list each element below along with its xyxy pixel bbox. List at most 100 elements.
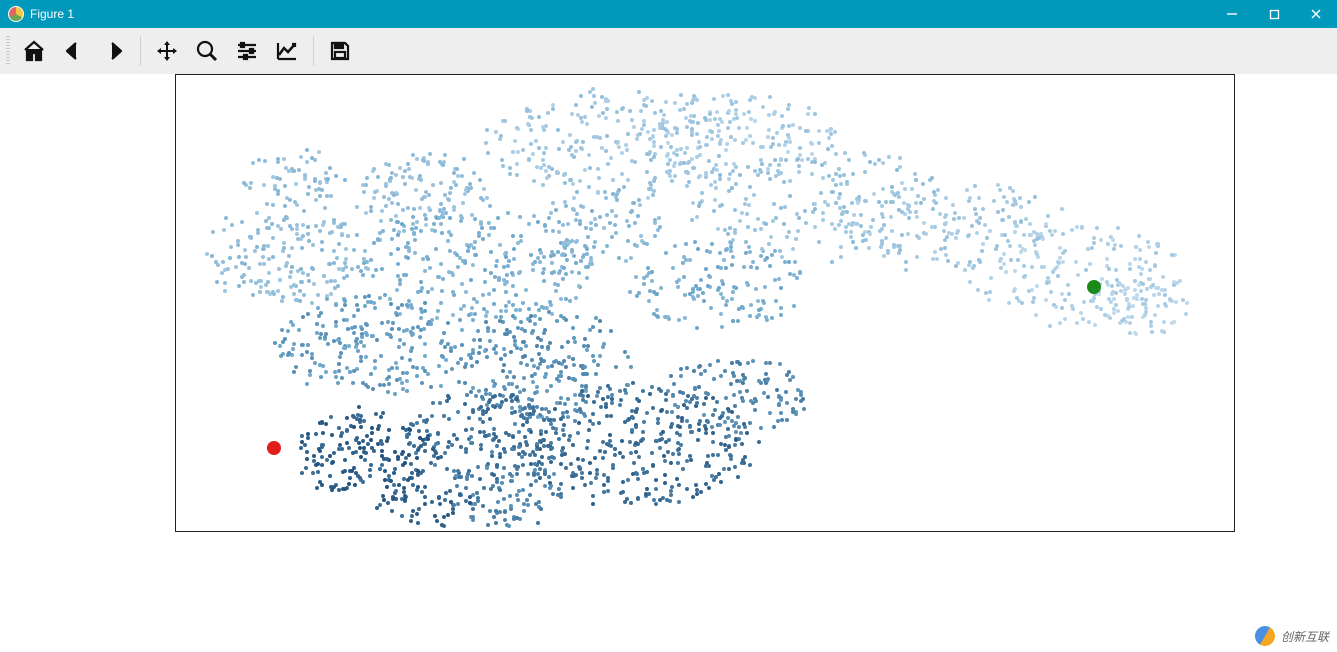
scatter-point	[757, 313, 761, 317]
scatter-point	[508, 166, 512, 170]
scatter-point	[556, 493, 560, 497]
scatter-point	[878, 229, 882, 233]
scatter-point	[489, 487, 493, 491]
scatter-point	[704, 171, 708, 175]
maximize-button[interactable]	[1253, 0, 1295, 28]
scatter-point	[528, 412, 532, 416]
scatter-point	[400, 356, 404, 360]
plot-axes[interactable]	[175, 74, 1235, 532]
scatter-point	[458, 493, 462, 497]
scatter-point	[583, 244, 587, 248]
scatter-point	[504, 309, 508, 313]
save-button[interactable]	[320, 31, 360, 71]
scatter-point	[1019, 220, 1023, 224]
scatter-point	[544, 229, 548, 233]
scatter-point	[329, 194, 333, 198]
scatter-point	[304, 466, 308, 470]
scatter-point	[810, 172, 814, 176]
scatter-point	[745, 431, 749, 435]
scatter-point	[528, 115, 532, 119]
scatter-point	[364, 331, 368, 335]
scatter-point	[334, 320, 338, 324]
scatter-point	[394, 214, 398, 218]
scatter-point	[968, 280, 972, 284]
back-button[interactable]	[54, 31, 94, 71]
forward-button[interactable]	[94, 31, 134, 71]
scatter-point	[995, 244, 999, 248]
scatter-point	[400, 514, 404, 518]
scatter-point	[489, 226, 493, 230]
home-button[interactable]	[14, 31, 54, 71]
scatter-point	[579, 364, 583, 368]
scatter-point	[470, 364, 474, 368]
scatter-point	[518, 390, 522, 394]
scatter-point	[577, 271, 581, 275]
pan-button[interactable]	[147, 31, 187, 71]
scatter-point	[634, 450, 638, 454]
scatter-point	[549, 384, 553, 388]
scatter-point	[624, 259, 628, 263]
scatter-point	[1030, 265, 1034, 269]
scatter-point	[1049, 290, 1053, 294]
scatter-point	[371, 169, 375, 173]
scatter-point	[630, 409, 634, 413]
scatter-point	[373, 359, 377, 363]
scatter-point	[642, 276, 646, 280]
scatter-point	[881, 187, 885, 191]
scatter-point	[706, 454, 710, 458]
scatter-point	[558, 374, 562, 378]
scatter-point	[286, 329, 290, 333]
scatter-point	[591, 412, 595, 416]
scatter-point	[488, 339, 492, 343]
scatter-point	[820, 163, 824, 167]
scatter-point	[731, 319, 735, 323]
scatter-point	[271, 255, 275, 259]
scatter-point	[654, 478, 658, 482]
scatter-point	[733, 208, 737, 212]
scatter-point	[747, 110, 751, 114]
scatter-point	[402, 329, 406, 333]
scatter-point	[698, 174, 702, 178]
scatter-point	[772, 202, 776, 206]
scatter-point	[346, 234, 350, 238]
scatter-point	[318, 336, 322, 340]
scatter-point	[443, 153, 447, 157]
scatter-point	[451, 313, 455, 317]
scatter-point	[267, 271, 271, 275]
zoom-button[interactable]	[187, 31, 227, 71]
scatter-point	[746, 361, 750, 365]
minimize-button[interactable]	[1211, 0, 1253, 28]
scatter-point	[485, 196, 489, 200]
scatter-point	[685, 406, 689, 410]
scatter-point	[281, 340, 285, 344]
scatter-point	[906, 207, 910, 211]
scatter-point	[839, 245, 843, 249]
scatter-point	[782, 180, 786, 184]
scatter-point	[1008, 244, 1012, 248]
scatter-point	[644, 104, 648, 108]
scatter-point	[413, 251, 417, 255]
scatter-point	[498, 137, 502, 141]
scatter-point	[1017, 299, 1021, 303]
scatter-point	[741, 141, 745, 145]
edit-axis-button[interactable]	[267, 31, 307, 71]
configure-subplots-button[interactable]	[227, 31, 267, 71]
scatter-layer	[176, 75, 1234, 531]
scatter-point	[469, 278, 473, 282]
scatter-point	[302, 209, 306, 213]
scatter-point	[998, 259, 1002, 263]
scatter-point	[320, 420, 324, 424]
scatter-point	[496, 216, 500, 220]
scatter-point	[688, 425, 692, 429]
scatter-point	[759, 254, 763, 258]
scatter-point	[410, 227, 414, 231]
scatter-point	[516, 498, 520, 502]
scatter-point	[446, 513, 450, 517]
scatter-point	[414, 226, 418, 230]
scatter-point	[726, 126, 730, 130]
scatter-point	[770, 316, 774, 320]
scatter-point	[542, 306, 546, 310]
close-button[interactable]	[1295, 0, 1337, 28]
scatter-point	[498, 393, 502, 397]
scatter-point	[588, 166, 592, 170]
